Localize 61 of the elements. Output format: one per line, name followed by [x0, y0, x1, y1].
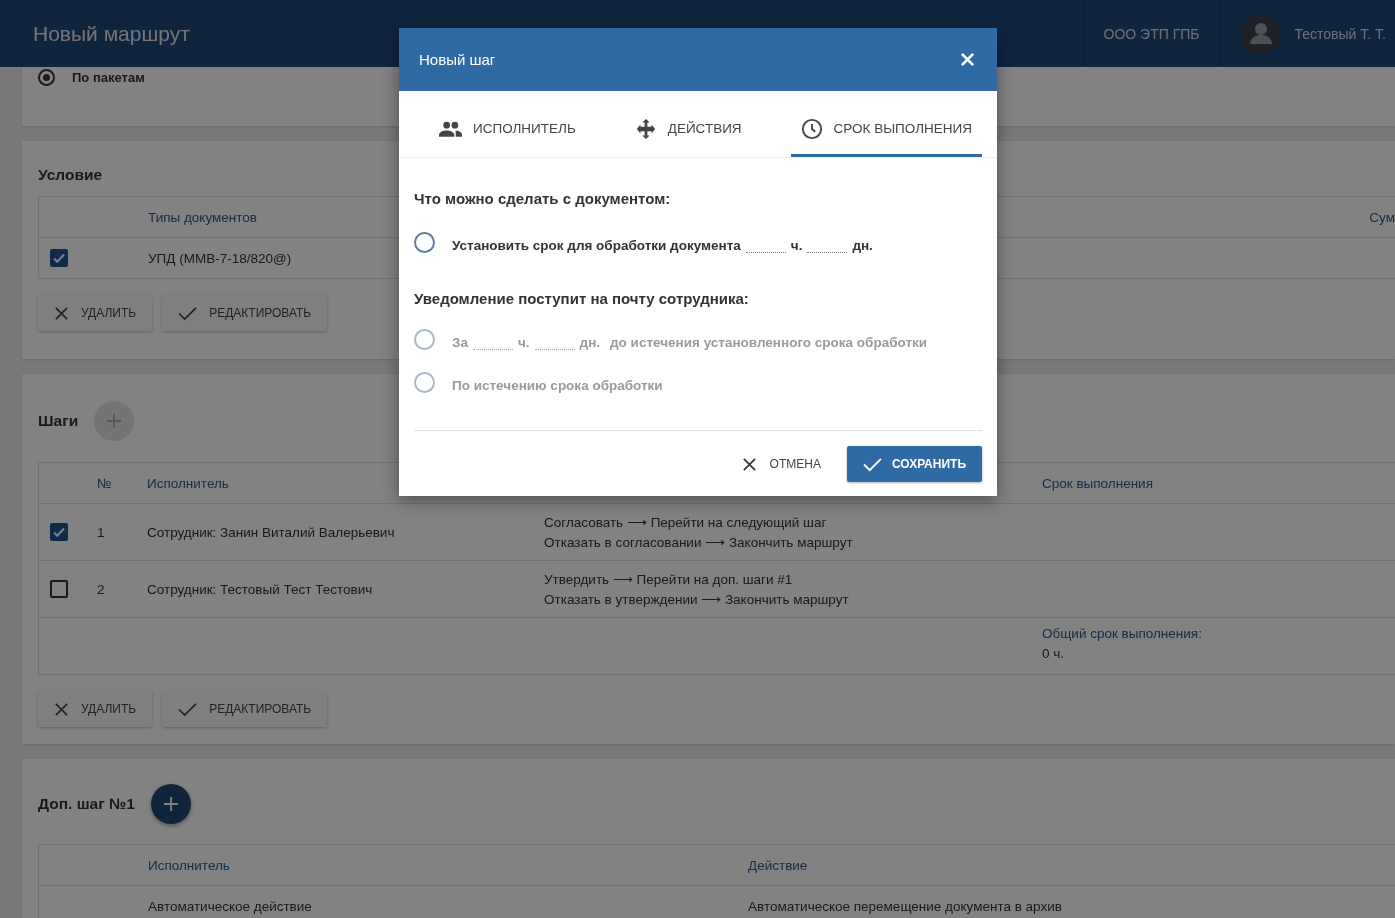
- table-cell-text: 2: [97, 581, 106, 597]
- tab[interactable]: ИСПОЛНИТЕЛЬ: [429, 91, 586, 157]
- check-icon: [178, 701, 198, 717]
- checkbox[interactable]: [50, 580, 68, 598]
- column-header: Действие: [748, 857, 809, 873]
- tab[interactable]: СРОК ВЫПОЛНЕНИЯ: [790, 91, 982, 157]
- move-arrows-icon: [634, 117, 657, 140]
- section-heading: Уведомление поступит на почту сотрудника:: [414, 289, 750, 307]
- user-avatar-icon[interactable]: [1240, 13, 1281, 54]
- delete-button[interactable]: УДАЛИТЬ: [38, 691, 153, 727]
- column-header: Типы документов: [148, 209, 258, 225]
- close-icon: [741, 456, 757, 472]
- close-icon: [54, 305, 69, 321]
- radio-button[interactable]: [38, 69, 55, 86]
- delete-button[interactable]: УДАЛИТЬ: [38, 295, 153, 331]
- option-label: Установить срок для обработки документа: [452, 238, 741, 253]
- option-label: до истечения установленного срока обработки: [610, 335, 928, 350]
- clock-icon: [800, 117, 823, 140]
- close-icon[interactable]: [960, 52, 975, 67]
- section-heading: Что можно сделать с документом:: [414, 189, 672, 207]
- save-button[interactable]: СОХРАНИТЬ: [846, 446, 982, 482]
- edit-button[interactable]: РЕДАКТИРОВАТЬ: [162, 691, 328, 727]
- column-header: Срок выполнения: [1042, 475, 1154, 491]
- check-icon: [178, 305, 198, 321]
- table-cell-text: УПД (ММВ-7-18/820@): [148, 250, 293, 266]
- people-icon: [439, 120, 462, 137]
- unit-label: ч.: [790, 238, 803, 253]
- section-title: Шаги: [38, 412, 79, 430]
- add-button[interactable]: [150, 784, 191, 824]
- table-cell-text: Сотрудник: Тестовый Тест Тестович: [147, 581, 374, 597]
- column-header: Сум: [1369, 209, 1395, 225]
- unit-label: ч.: [517, 335, 530, 350]
- edit-button[interactable]: РЕДАКТИРОВАТЬ: [162, 295, 328, 331]
- close-icon: [54, 701, 69, 717]
- checkbox[interactable]: [50, 249, 68, 267]
- check-icon: [862, 456, 882, 472]
- unit-label: дн.: [579, 335, 601, 350]
- column-header: Исполнитель: [147, 475, 230, 491]
- radio-button[interactable]: [414, 232, 435, 253]
- total-value: 0 ч.: [1042, 646, 1066, 661]
- page-title: Новый маршрут: [33, 21, 190, 46]
- option-label: За: [452, 335, 468, 350]
- table-cell-text: Автоматическое перемещение документа в архив: [748, 898, 1063, 914]
- radio-label: По пакетам: [72, 70, 145, 85]
- option-label: По истечению срока обработки: [452, 378, 663, 393]
- user-name[interactable]: Тестовый Т. Т.: [1294, 25, 1386, 42]
- table-cell-text: Согласовать ⟶ Перейти на следующий шаг Отказать в согласовании ⟶ Закончить маршрут: [544, 514, 854, 550]
- section-title: Доп. шаг №1: [38, 795, 135, 813]
- cancel-button[interactable]: ОТМЕНА: [725, 446, 837, 482]
- table-cell-text: Сотрудник: Занин Виталий Валерьевич: [147, 524, 396, 540]
- tab[interactable]: ДЕЙСТВИЯ: [624, 91, 752, 157]
- table-cell-text: 1: [97, 524, 106, 540]
- unit-label: дн.: [852, 238, 873, 253]
- section-title: Условие: [38, 165, 104, 185]
- table-cell-text: Автоматическое действие: [148, 898, 313, 914]
- column-header: №: [97, 475, 113, 491]
- checkbox[interactable]: [50, 523, 68, 541]
- dialog-title: Новый шаг: [419, 51, 496, 68]
- total-label: Общий срок выполнения:: [1042, 626, 1203, 641]
- column-header: Исполнитель: [148, 857, 231, 873]
- table-cell-text: Утвердить ⟶ Перейти на доп. шаги #1 Отказать в утверждении ⟶ Закончить маршрут: [544, 571, 850, 607]
